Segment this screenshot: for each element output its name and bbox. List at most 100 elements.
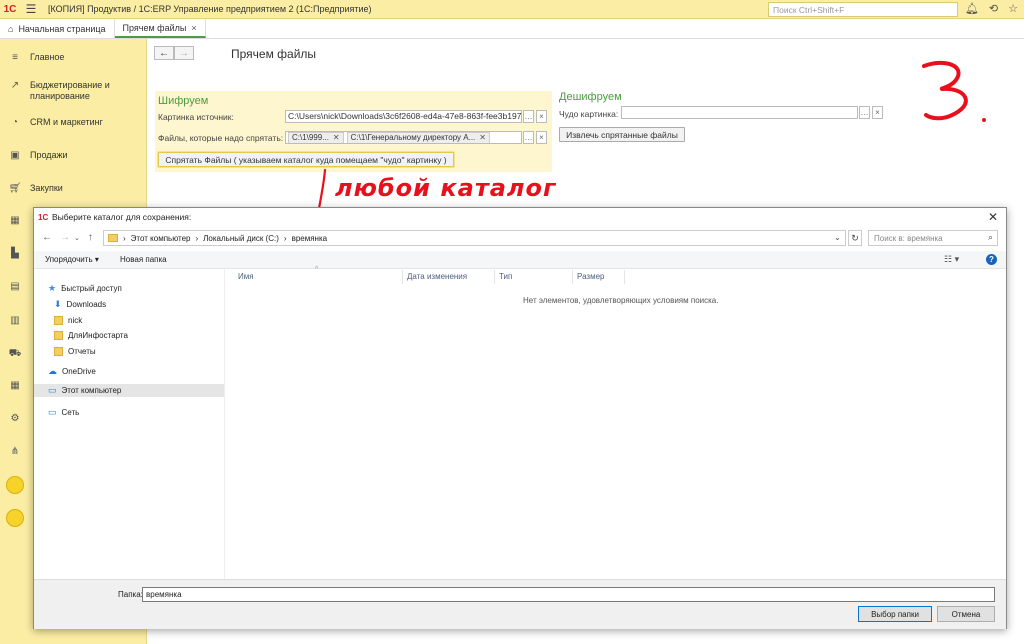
folder-search-input[interactable]: Поиск в: времянка ⌕ [868,230,998,246]
sidebar-item-crm[interactable]: ◔ CRM и маркетинг [0,117,147,128]
computer-icon: ▭ [48,385,57,395]
address-bar[interactable]: › Этот компьютер › Локальный диск (C:) ›… [103,230,846,246]
cancel-button[interactable]: Отмена [937,606,995,622]
source-picture-label: Картинка источник: [158,112,234,122]
forward-arrow-icon[interactable]: → [60,232,70,243]
column-date-modified[interactable]: Дата изменения [403,270,495,284]
nav-label: Этот компьютер [61,386,122,395]
nav-downloads[interactable]: ⬇ Downloads [54,298,214,311]
file-chip-label: C:\1\999... [292,133,329,142]
bell-icon[interactable]: 🔔︎ [965,2,979,15]
title-bar: 1С ☰ [КОПИЯ] Продуктив / 1С:ERP Управлен… [0,0,1024,19]
breadcrumb-separator: › [195,233,199,243]
tab-bar: ⌂ Начальная страница Прячем файлы × [0,19,1024,39]
tab-hide-files[interactable]: Прячем файлы × [114,19,206,38]
sidebar-extension-icon[interactable] [6,476,24,494]
close-icon[interactable]: ✕ [333,133,340,142]
breadcrumb-separator: › [123,233,126,243]
nav-network[interactable]: ▭ Сеть [48,406,218,419]
search-placeholder: Поиск в: времянка [874,233,943,243]
form-area: ← → Прячем файлы Шифруем Картинка источн… [147,39,1024,209]
file-chip-label: C:\1\Генеральному директору А... [350,133,476,142]
nav-quick-access[interactable]: ★ Быстрый доступ [48,282,218,295]
network-icon: ▭ [48,407,57,417]
bag-icon: ▣ [10,150,20,161]
hide-files-button[interactable]: Спрятать Файлы ( указываем каталог куда … [158,152,454,167]
breadcrumb-separator: › [283,233,287,243]
sidebar-extension-icon[interactable] [6,509,24,527]
organize-button[interactable]: Упорядочить ▾ [45,255,99,264]
sidebar-item-budget[interactable]: ↗ Бюджетирование и планирование [0,80,147,102]
picture-field[interactable] [621,106,858,119]
breadcrumb-this-pc[interactable]: Этот компьютер [131,234,191,243]
breadcrumb-disk-c[interactable]: Локальный диск (C:) [203,234,279,243]
nav-infostart[interactable]: ДляИнфостарта [54,329,214,342]
sidebar-item-sales[interactable]: ▣ Продажи [0,150,147,161]
nav-nick[interactable]: nick [54,314,214,327]
clear-button[interactable]: × [536,110,547,123]
column-name[interactable]: Имя [234,270,403,284]
help-icon[interactable]: ? [986,254,997,265]
forward-button[interactable]: → [174,46,194,60]
hierarchy-icon: ⋔ [10,446,20,457]
nav-reports[interactable]: Отчеты [54,345,214,358]
new-folder-button[interactable]: Новая папка [120,255,167,264]
select-button[interactable]: … [523,110,534,123]
nav-this-pc[interactable]: ▭ Этот компьютер [34,384,224,397]
annotation-caption-text: любой каталог [335,174,557,202]
bar-chart-icon: ▥ [10,315,20,326]
sidebar-item-purchases[interactable]: 🛒︎ Закупки [0,183,147,194]
global-search-input[interactable]: Поиск Ctrl+Shift+F [768,2,958,17]
sidebar-item-main[interactable]: ≡ Главное [0,52,147,63]
close-icon[interactable]: ✕ [988,210,998,224]
close-icon[interactable]: × [191,23,196,33]
pie-icon: ◔ [11,117,19,128]
sidebar-item-label: Бюджетирование и планирование [30,80,110,101]
back-button[interactable]: ← [154,46,174,60]
refresh-icon[interactable]: ↻ [848,230,862,246]
tab-home[interactable]: ⌂ Начальная страница [0,19,115,38]
cloud-icon: ☁ [48,366,57,376]
breadcrumb-current-folder[interactable]: времянка [292,234,328,243]
annotation-number: 3. [920,60,990,127]
command-bar: Упорядочить ▾ Новая папка ☷ ▾ ? [34,251,1006,269]
history-icon[interactable]: ⟲ [989,2,998,15]
source-picture-field[interactable]: C:\Users\nick\Downloads\3c6f2608-ed4a-47… [285,110,522,123]
chevron-down-icon[interactable]: ⌄ [74,234,80,243]
docs-icon: ▤ [10,281,20,292]
select-folder-dialog: 1C Выберите каталог для сохранения: ✕ ← … [33,207,1007,629]
nav-label: nick [68,316,83,325]
clear-button[interactable]: × [536,131,547,144]
star-icon[interactable]: ☆ [1008,2,1018,15]
file-chip[interactable]: C:\1\999... ✕ [288,132,344,143]
close-icon[interactable]: ✕ [479,133,486,142]
column-type[interactable]: Тип [495,270,573,284]
select-folder-button[interactable]: Выбор папки [858,606,932,622]
tab-hide-files-label: Прячем файлы [122,22,187,33]
folder-name-input[interactable]: времянка [142,587,995,602]
nav-label: Быстрый доступ [61,284,122,293]
gear-icon: ⚙ [10,413,20,424]
annotation-number-drawing [922,60,986,122]
nav-onedrive[interactable]: ☁ OneDrive [48,365,218,378]
files-to-hide-field[interactable]: C:\1\999... ✕ C:\1\Генеральному директору … [285,131,522,144]
nav-buttons: ← → [154,46,194,60]
sidebar-item-label: CRM и маркетинг [30,117,103,127]
clear-button[interactable]: × [872,106,883,119]
column-size[interactable]: Размер [573,270,625,284]
calculator-icon: ▦ [10,380,20,391]
address-nav: ← → ⌄ ↑ [42,232,93,243]
menu-lines-icon: ≡ [12,52,18,63]
view-options-icon[interactable]: ☷ ▾ [944,254,959,265]
main-menu-icon[interactable]: ☰ [20,2,42,16]
nav-label: Downloads [66,300,107,309]
file-chip[interactable]: C:\1\Генеральному директору А... ✕ [346,132,490,143]
back-arrow-icon[interactable]: ← [42,232,52,243]
extract-files-button[interactable]: Извлечь спрятанные файлы [559,127,685,142]
cart-icon: 🛒︎ [8,183,22,194]
chevron-down-icon[interactable]: ⌄ [834,233,841,242]
select-button[interactable]: … [523,131,534,144]
dialog-title-bar: 1C Выберите каталог для сохранения: [34,208,1006,226]
up-arrow-icon[interactable]: ↑ [88,232,93,243]
select-button[interactable]: … [859,106,870,119]
